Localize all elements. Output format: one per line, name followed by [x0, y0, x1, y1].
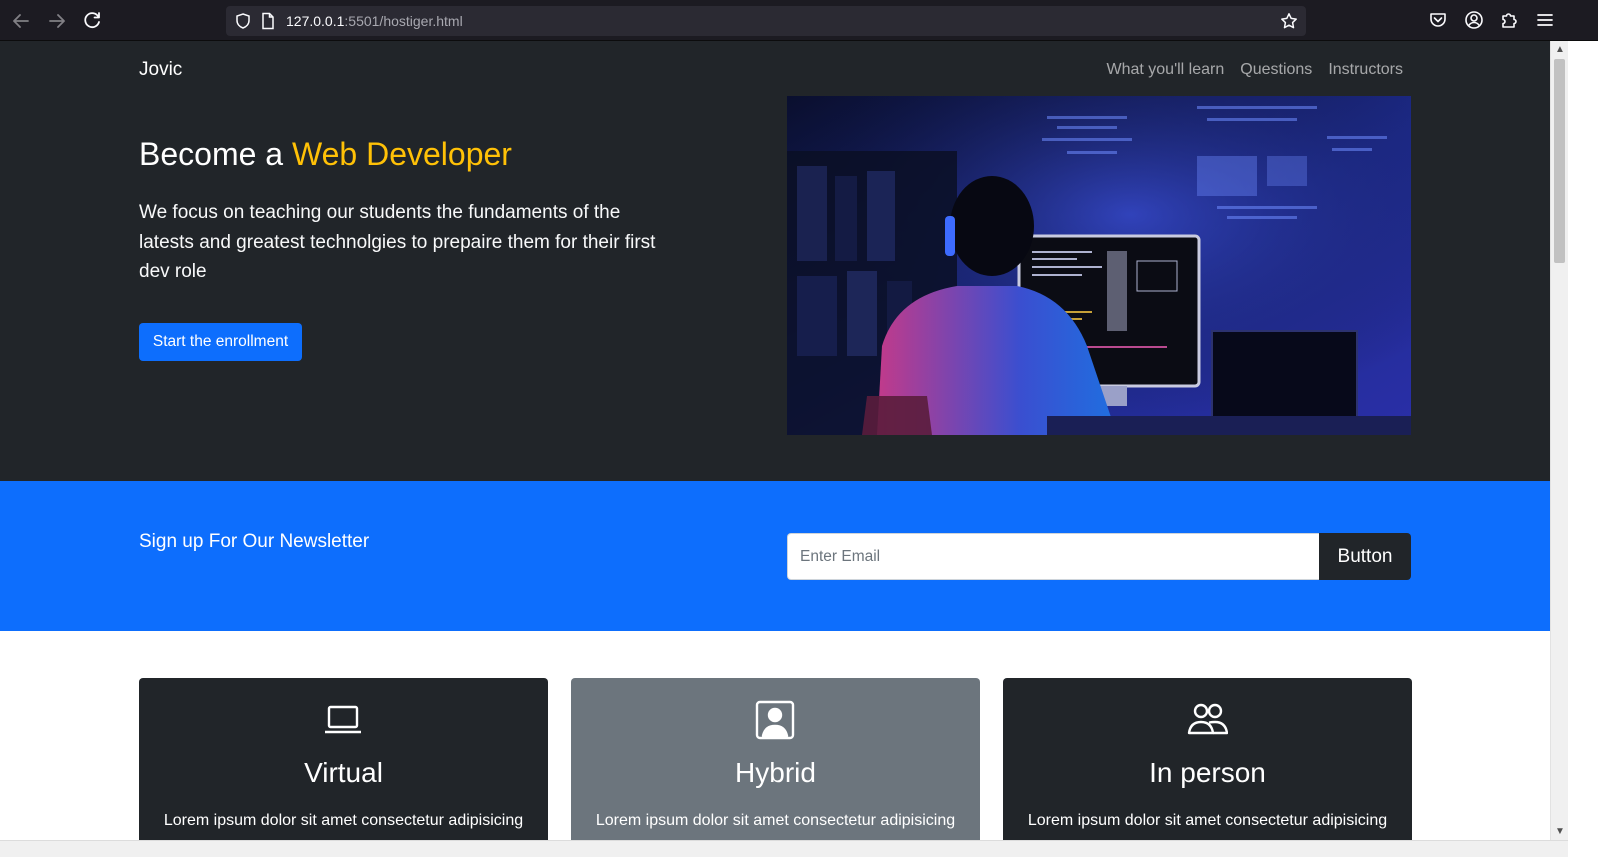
vertical-scrollbar[interactable]: ▲ ▼: [1550, 41, 1568, 841]
bookmark-star-icon[interactable]: [1280, 12, 1298, 30]
page-icon[interactable]: [260, 12, 276, 30]
hero-section: Jovic What you'll learn Questions Instru…: [0, 41, 1550, 481]
browser-toolbar: 127.0.0.1:5501/hostiger.html: [0, 0, 1598, 41]
navbar-brand[interactable]: Jovic: [139, 59, 182, 81]
card-title: In person: [1149, 757, 1266, 788]
scroll-down-icon[interactable]: ▼: [1555, 827, 1565, 837]
extensions-icon[interactable]: [1499, 10, 1519, 30]
back-icon[interactable]: [9, 9, 33, 33]
menu-icon[interactable]: [1535, 10, 1555, 30]
card-text: Lorem ipsum dolor sit amet consectetur a…: [595, 812, 956, 829]
page-viewport: Jovic What you'll learn Questions Instru…: [0, 41, 1550, 840]
url-text[interactable]: 127.0.0.1:5501/hostiger.html: [286, 13, 463, 29]
navbar-links: What you'll learn Questions Instructors: [1106, 61, 1403, 79]
card-in-person: In person Lorem ipsum dolor sit amet con…: [1003, 678, 1412, 840]
card-virtual: Virtual Lorem ipsum dolor sit amet conse…: [139, 678, 548, 840]
card-title: Virtual: [304, 757, 383, 788]
card-hybrid: Hybrid Lorem ipsum dolor sit amet consec…: [571, 678, 980, 840]
window-edge: [1568, 41, 1598, 857]
window-bottom-edge: [0, 840, 1568, 857]
account-icon[interactable]: [1464, 10, 1484, 30]
card-text: Lorem ipsum dolor sit amet consectetur a…: [1027, 812, 1388, 829]
person-badge-icon: [754, 699, 796, 741]
learning-modes-section: Virtual Lorem ipsum dolor sit amet conse…: [0, 631, 1550, 840]
newsletter-title: Sign up For Our Newsletter: [139, 531, 370, 552]
people-icon: [1186, 699, 1228, 741]
hero-description: We focus on teaching our students the fu…: [139, 202, 656, 282]
forward-icon[interactable]: [45, 9, 69, 33]
scroll-up-icon[interactable]: ▲: [1555, 45, 1565, 55]
hero-title-prefix: Become a: [139, 136, 292, 172]
email-input[interactable]: [787, 533, 1319, 580]
shield-icon[interactable]: [234, 12, 252, 30]
hero-title-accent: Web Developer: [291, 136, 512, 172]
nav-link-questions[interactable]: Questions: [1240, 61, 1312, 79]
scrollbar-thumb[interactable]: [1554, 59, 1565, 263]
card-title: Hybrid: [735, 757, 816, 788]
address-bar[interactable]: 127.0.0.1:5501/hostiger.html: [226, 6, 1306, 36]
start-enrollment-button[interactable]: Start the enrollment: [139, 323, 302, 361]
nav-link-instructors[interactable]: Instructors: [1328, 61, 1403, 79]
newsletter-submit-button[interactable]: Button: [1319, 533, 1411, 580]
newsletter-section: Sign up For Our Newsletter Button: [0, 481, 1550, 631]
hero-title: Become a Web Developer: [139, 136, 512, 173]
reload-icon[interactable]: [80, 9, 104, 33]
card-text: Lorem ipsum dolor sit amet consectetur a…: [163, 812, 524, 829]
pocket-icon[interactable]: [1428, 10, 1448, 30]
laptop-icon: [322, 699, 364, 741]
nav-link-what-youll-learn[interactable]: What you'll learn: [1106, 61, 1224, 79]
hero-image: [787, 96, 1411, 435]
